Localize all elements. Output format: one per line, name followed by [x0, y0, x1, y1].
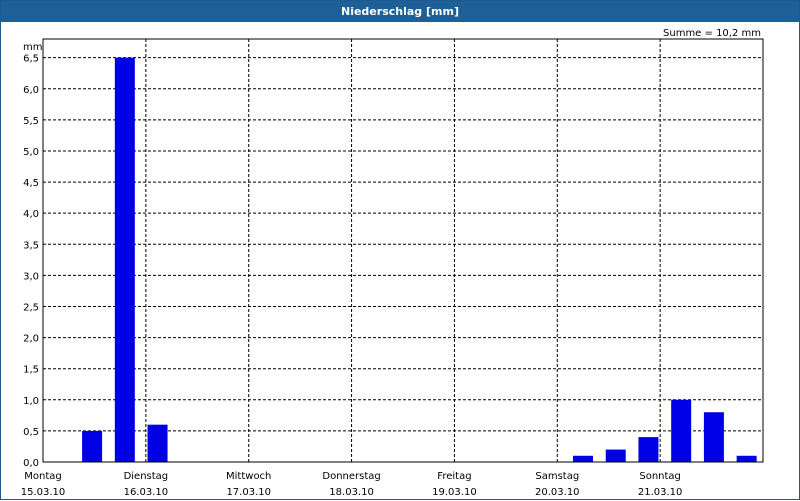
x-tick-day: Montag [24, 471, 61, 482]
x-tick-date: 15.03.10 [21, 487, 66, 498]
x-tick-date: 19.03.10 [432, 487, 477, 498]
bar [736, 455, 757, 462]
bar [573, 455, 593, 462]
bar [671, 399, 692, 462]
y-tick-label: 3,0 [23, 271, 39, 282]
bar [147, 424, 168, 462]
x-tick-date: 20.03.10 [535, 487, 580, 498]
x-tick-day: Sonntag [639, 471, 681, 482]
bar [638, 437, 659, 462]
y-tick-label: 4,0 [23, 209, 39, 220]
x-tick-day: Dienstag [124, 471, 169, 482]
x-tick-day: Mittwoch [226, 471, 271, 482]
x-tick-date: 17.03.10 [226, 487, 271, 498]
y-tick-label: 2,5 [23, 302, 39, 313]
bar [703, 412, 724, 462]
y-tick-label: 3,5 [23, 240, 39, 251]
y-tick-label: 5,0 [23, 147, 39, 158]
x-tick-day: Donnerstag [322, 471, 380, 482]
chart-window: Niederschlag [mm] Summe = 10,2 mm mm 0,0… [0, 0, 800, 500]
y-tick-label: 1,5 [23, 365, 39, 376]
bar [114, 57, 135, 462]
precipitation-chart: 0,0 0,5 1,0 1,5 2,0 2,5 3,0 3,5 4,0 4,5 5,0 5,5 6,0 6… [21, 38, 764, 498]
x-tick-day: Samstag [535, 471, 579, 482]
y-tick-label: 0,5 [23, 427, 39, 438]
y-tick-label: 5,5 [23, 116, 39, 127]
y-tick-label: 0,0 [23, 458, 39, 469]
x-tick-date: 18.03.10 [329, 487, 374, 498]
bar [82, 430, 103, 462]
x-tick-date: 16.03.10 [124, 487, 169, 498]
y-tick-label: 6,5 [23, 54, 39, 65]
x-tick-date: 21.03.10 [638, 487, 683, 498]
y-tick-label: 2,0 [23, 334, 39, 345]
y-tick-label: 4,5 [23, 178, 39, 189]
y-tick-label: 1,0 [23, 396, 39, 407]
y-tick-label: 6,0 [23, 85, 39, 96]
bar [605, 449, 626, 462]
x-tick-day: Freitag [437, 471, 471, 482]
plot-area [42, 38, 764, 463]
